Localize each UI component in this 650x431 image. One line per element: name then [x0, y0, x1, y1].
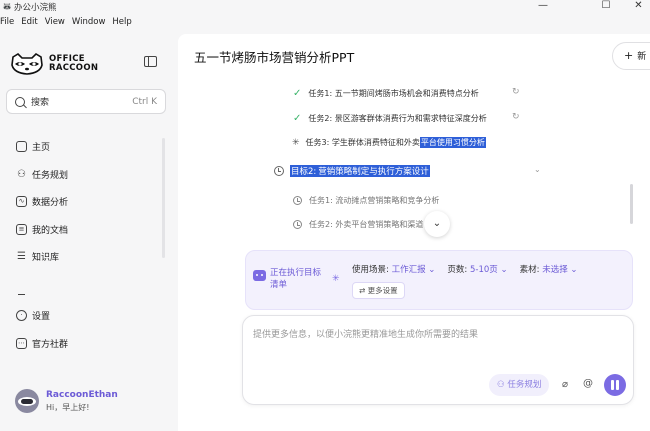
goal-2-header[interactable]: 目标2: 营销策略制定与执行方案设计	[274, 165, 430, 177]
clock-icon	[293, 196, 302, 205]
generation-options: 使用场景: 工作汇报 ⌄ 页数: 5-10页 ⌄ 素材: 未选择 ⌄	[352, 263, 578, 275]
sidebar-item-task-plan[interactable]: ⚇ 任务规划	[16, 161, 68, 189]
data-analysis-icon: ∿	[16, 196, 27, 208]
close-button[interactable]: ✕	[627, 0, 650, 14]
material-option[interactable]: 素材: 未选择 ⌄	[520, 263, 578, 275]
menu-view[interactable]: View	[45, 17, 65, 31]
sidebar-item-settings[interactable]: · 设置	[16, 302, 68, 330]
main-scrollbar[interactable]	[630, 184, 633, 224]
sidebar-scrollbar[interactable]	[162, 138, 165, 258]
loading-spinner-icon: ✳	[332, 274, 340, 284]
home-icon	[16, 141, 27, 153]
task-plan-icon: ⚇	[17, 168, 26, 180]
sidebar-item-knowledge-base[interactable]: ☰ 知识库	[16, 243, 68, 271]
menu-file[interactable]: File	[0, 17, 14, 31]
execution-status-bar: 正在执行目标 清单 ✳ 使用场景: 工作汇报 ⌄ 页数: 5-10页 ⌄ 素材:…	[245, 250, 633, 310]
more-settings-button[interactable]: ⇄ 更多设置	[352, 282, 405, 299]
loading-spinner-icon: ✳	[292, 137, 300, 148]
search-box[interactable]: 搜索 Ctrl K	[6, 89, 166, 114]
page-title: 五一节烤肠市场营销分析PPT	[194, 50, 355, 65]
maximize-button[interactable]: ☐	[586, 0, 626, 14]
collapse-sidebar-icon[interactable]	[144, 56, 157, 67]
search-shortcut: Ctrl K	[132, 96, 157, 107]
task-item: ✓ 任务1: 五一节期间烤肠市场机会和消费特点分析	[293, 88, 479, 99]
clock-icon	[274, 166, 284, 176]
pages-option[interactable]: 页数: 5-10页 ⌄	[447, 263, 507, 275]
avatar	[15, 389, 39, 413]
settings-icon: ·	[16, 310, 27, 322]
plus-icon: +	[624, 49, 634, 62]
scene-option[interactable]: 使用场景: 工作汇报 ⌄	[352, 263, 435, 275]
clock-icon	[293, 220, 302, 229]
office-raccoon-logo[interactable]: OFFICE RACCOON	[10, 53, 98, 75]
app-raccoon-icon: 🦝	[2, 2, 12, 11]
user-profile[interactable]: RaccoonEthan Hi，早上好!	[15, 389, 118, 413]
sidebar-item-community[interactable]: ⋯ 官方社群	[16, 330, 68, 358]
mention-icon[interactable]: @	[583, 378, 593, 389]
divider-dash	[18, 294, 25, 296]
minimize-button[interactable]: —	[523, 0, 563, 14]
sidebar-item-home[interactable]: 主页	[16, 133, 68, 161]
brand-text: OFFICE RACCOON	[49, 54, 99, 73]
user-greeting: Hi，早上好!	[46, 402, 90, 412]
task-item: 任务1: 流动摊点营销策略和竞争分析	[293, 195, 439, 206]
main-panel: 五一节烤肠市场营销分析PPT + 新 ✓ 任务1: 五一节期间烤肠市场机会和消费特…	[178, 34, 650, 431]
pause-button[interactable]	[604, 374, 626, 396]
prompt-input-box: ⚇ 任务规划 ⌀ @	[242, 315, 634, 405]
prompt-input[interactable]	[253, 327, 623, 367]
task-item-running: ✳ 任务3: 学生群体消费特征和外卖 平台使用习惯分析	[292, 137, 486, 148]
task-item: 任务2: 外卖平台营销策略和渠道	[293, 219, 423, 230]
search-icon	[15, 96, 25, 107]
raccoon-logo-icon	[11, 53, 43, 75]
bot-icon	[253, 270, 266, 281]
search-label: 搜索	[31, 98, 50, 108]
menu-help[interactable]: Help	[112, 17, 131, 31]
menu-bar: File Edit View Window Help	[0, 17, 132, 31]
menu-edit[interactable]: Edit	[21, 17, 37, 31]
retry-icon[interactable]: ↻	[512, 87, 520, 97]
community-icon: ⋯	[16, 337, 27, 349]
sidebar: OFFICE RACCOON 搜索 Ctrl K 主页 ⚇ 任务规划 ∿ 数据分…	[0, 34, 178, 431]
check-icon: ✓	[293, 113, 302, 124]
user-name: RaccoonEthan	[46, 389, 118, 400]
sidebar-nav: 主页 ⚇ 任务规划 ∿ 数据分析 ≡ 我的文档 ☰ 知识库	[16, 133, 68, 271]
check-icon: ✓	[293, 88, 302, 99]
selected-text: 平台使用习惯分析	[419, 137, 486, 148]
menu-window[interactable]: Window	[72, 17, 106, 31]
task-plan-button[interactable]: ⚇ 任务规划	[489, 374, 550, 396]
knowledge-base-icon: ☰	[17, 251, 26, 263]
new-button[interactable]: + 新	[612, 42, 650, 70]
retry-icon[interactable]: ↻	[512, 112, 520, 122]
sidebar-item-my-docs[interactable]: ≡ 我的文档	[16, 216, 68, 244]
chevron-down-icon[interactable]: ⌄	[534, 165, 541, 174]
sidebar-item-data-analysis[interactable]: ∿ 数据分析	[16, 188, 68, 216]
attachment-icon[interactable]: ⌀	[562, 379, 568, 390]
sidebar-bottom-nav: · 设置 ⋯ 官方社群	[16, 302, 68, 357]
document-icon: ≡	[16, 223, 27, 235]
window-title: 办公小浣熊	[14, 3, 57, 13]
scroll-down-button[interactable]: ⌄	[424, 211, 450, 237]
task-item: ✓ 任务2: 景区游客群体消费行为和需求特征深度分析	[293, 113, 487, 124]
title-bar: 🦝 办公小浣熊 — ☐ ✕	[0, 0, 650, 14]
execution-status-text: 正在执行目标 清单	[270, 268, 322, 290]
